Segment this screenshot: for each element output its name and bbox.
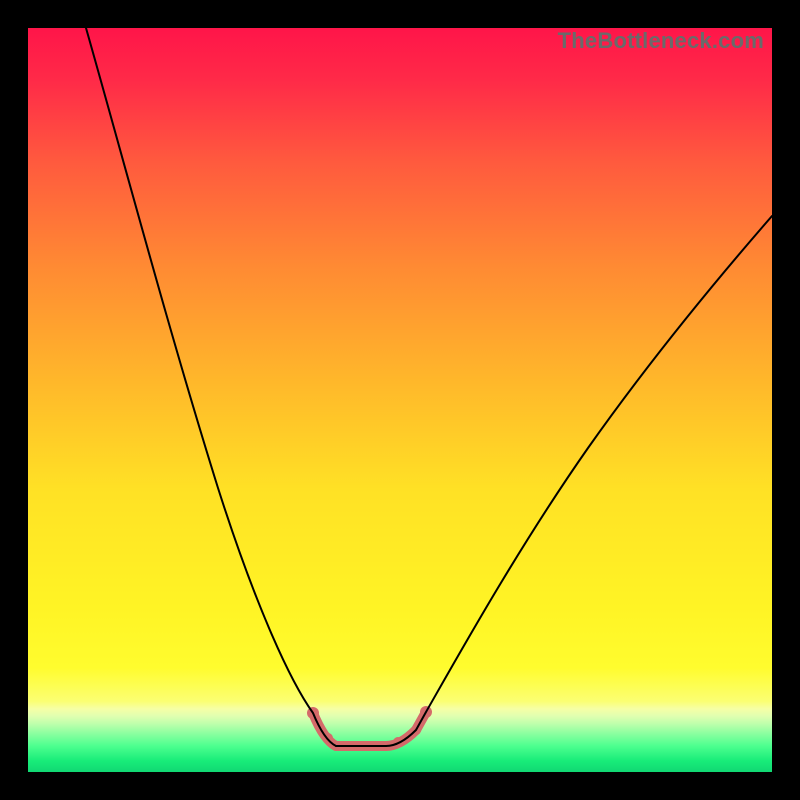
plot-area: TheBottleneck.com [28, 28, 772, 772]
curve-right [386, 216, 772, 746]
curve-overlay [28, 28, 772, 772]
highlight-segment [307, 706, 432, 751]
chart-frame: TheBottleneck.com [0, 0, 800, 800]
curve-left [86, 28, 336, 746]
